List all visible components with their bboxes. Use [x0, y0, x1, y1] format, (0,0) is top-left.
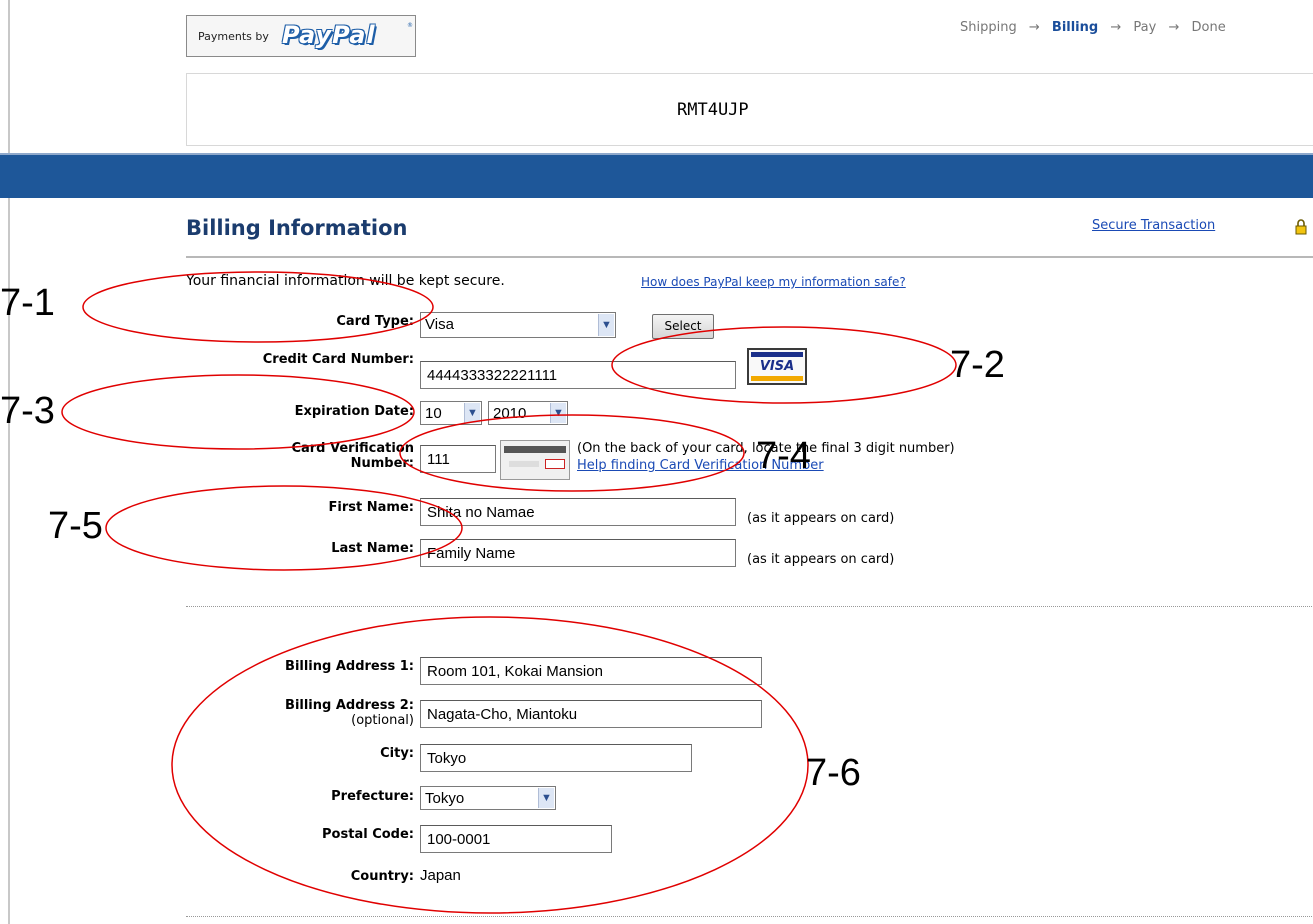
annotation-label-7-2: 7-2: [950, 344, 1005, 386]
annotation-label-7-3: 7-3: [0, 390, 55, 432]
annotation-label-7-5: 7-5: [48, 505, 103, 547]
annotation-label-7-4: 7-4: [756, 435, 811, 477]
annotation-ellipse-3: [61, 374, 415, 450]
annotation-label-7-1: 7-1: [0, 282, 55, 324]
annotation-ellipse-5: [105, 485, 463, 571]
annotation-ellipse-2: [611, 326, 957, 404]
annotation-ellipse-6: [171, 616, 809, 914]
annotation-label-7-6: 7-6: [806, 752, 861, 794]
annotation-ellipse-4: [399, 414, 745, 492]
annotation-overlay: [61, 271, 957, 914]
annotation-ellipse-1: [82, 271, 434, 343]
